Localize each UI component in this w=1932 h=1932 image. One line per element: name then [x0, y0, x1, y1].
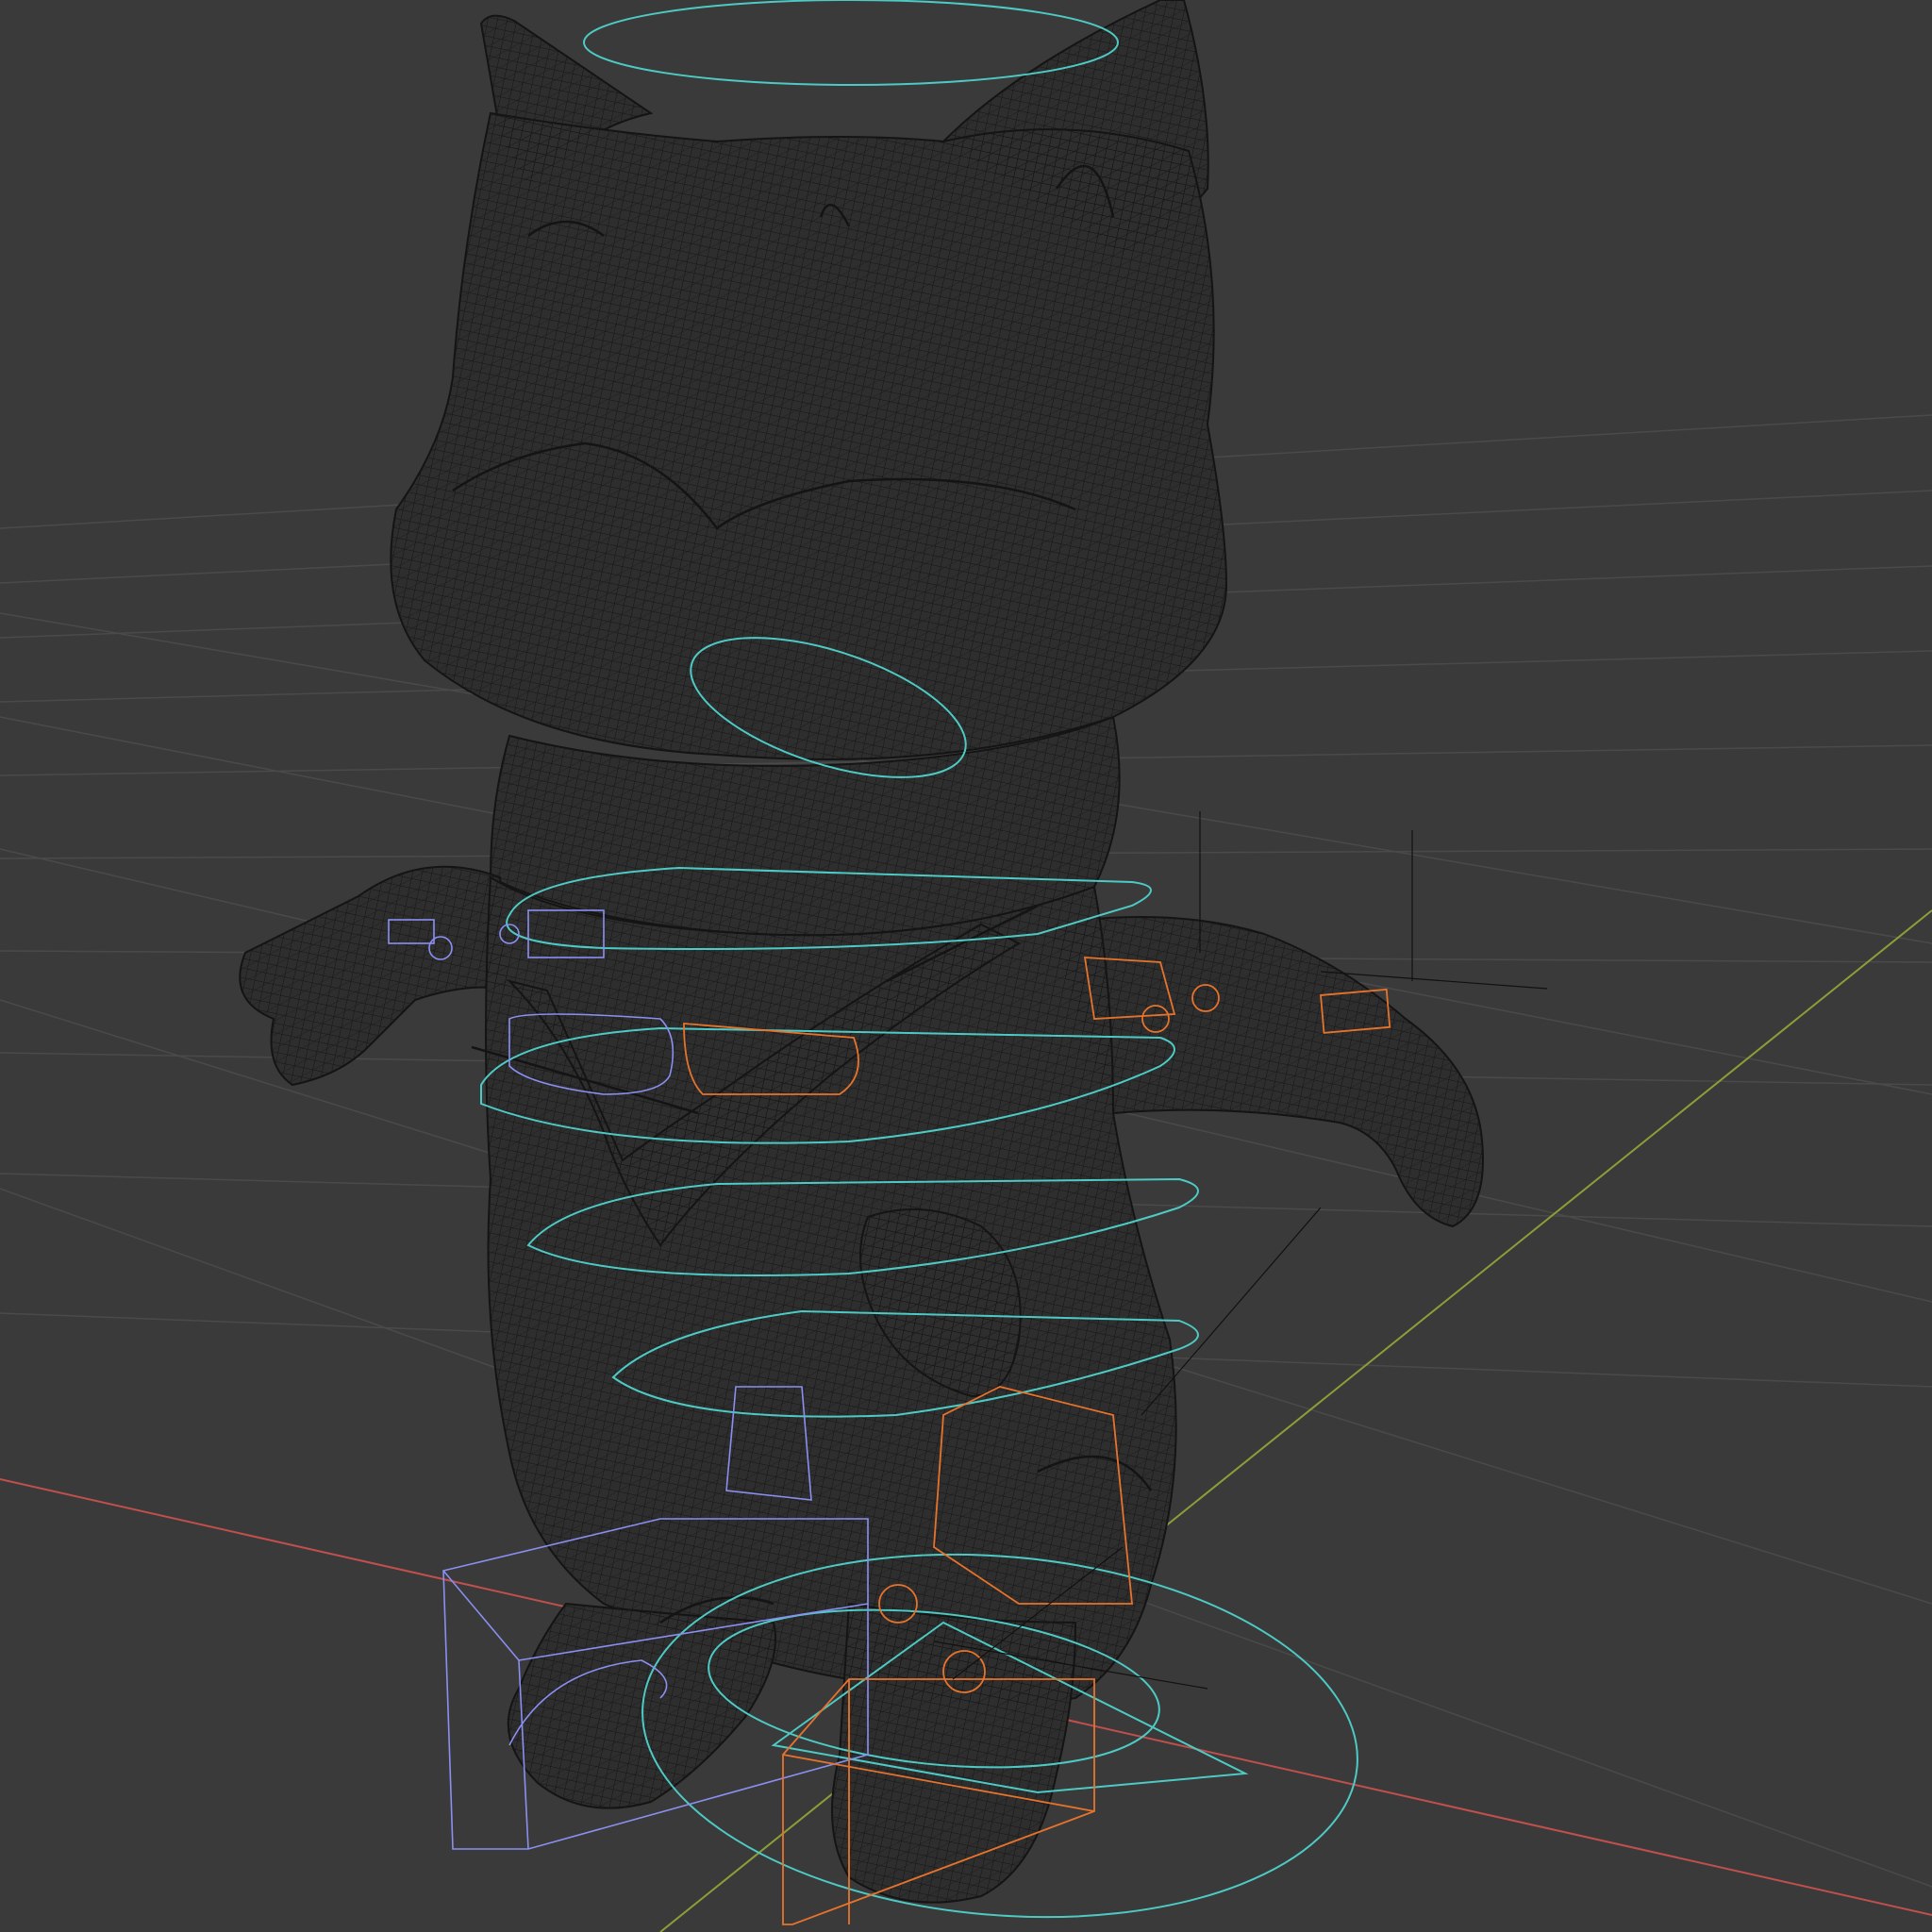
head-control[interactable] [583, 0, 1119, 86]
empty-line [1141, 1207, 1322, 1416]
wireframe-overlay [486, 877, 1176, 1705]
viewport-canvas[interactable] [0, 0, 1932, 1932]
3d-viewport[interactable] [0, 0, 1932, 1932]
wireframe-overlay [240, 866, 510, 1085]
wireframe-overlay [391, 113, 1226, 759]
cat-character-mesh[interactable] [239, 0, 1484, 1904]
